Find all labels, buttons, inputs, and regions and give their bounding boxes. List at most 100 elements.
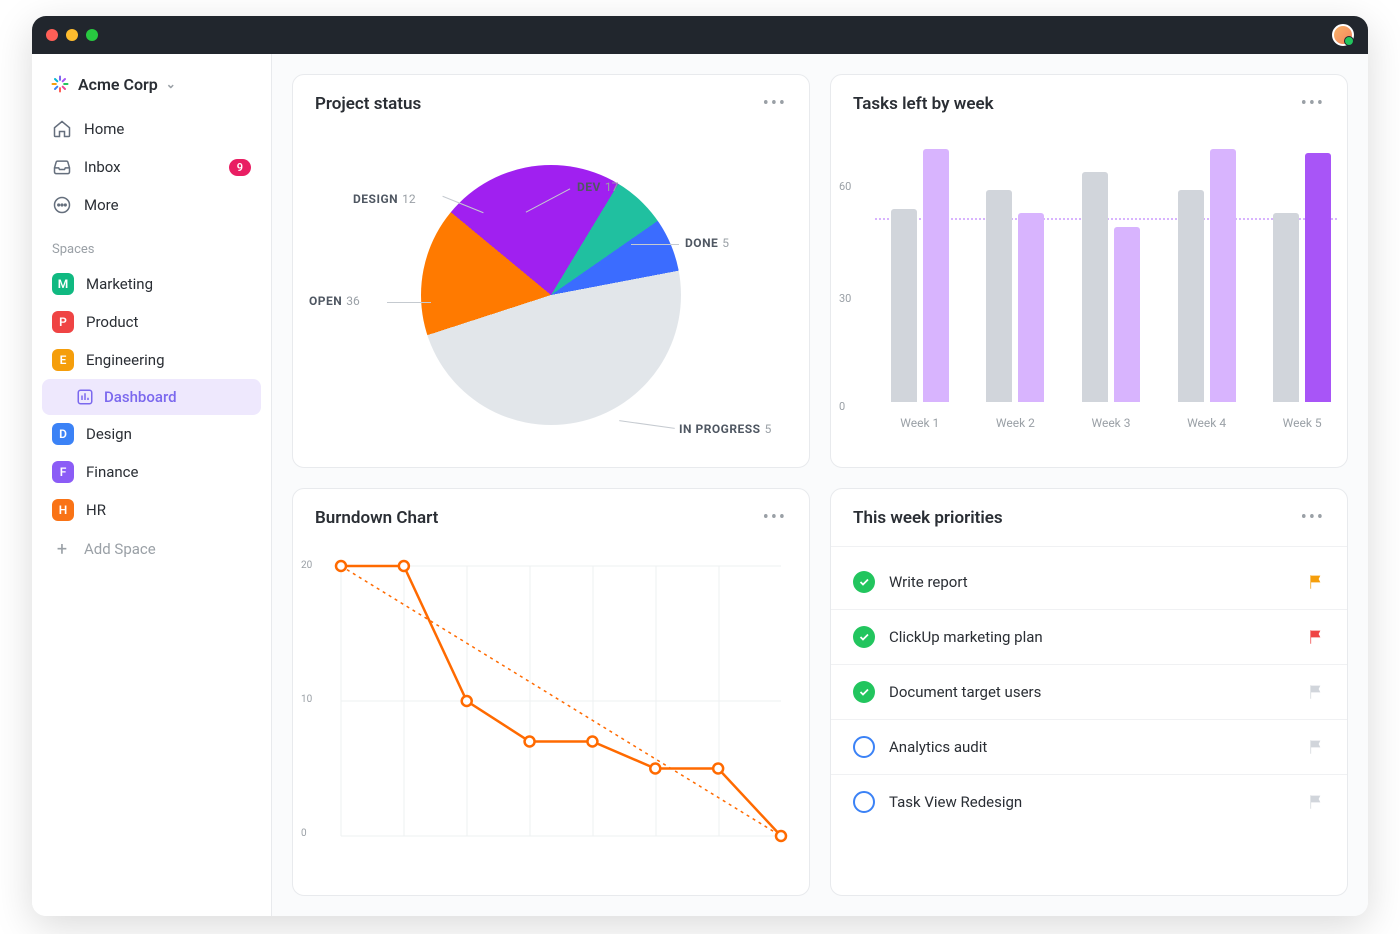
workspace-name: Acme Corp [78, 75, 158, 94]
bar [1305, 153, 1331, 402]
space-item-product[interactable]: P Product [42, 303, 261, 341]
burndown-chart: 20 10 0 [293, 546, 809, 895]
window-controls [46, 29, 98, 41]
card-more-button[interactable]: ••• [1301, 93, 1325, 114]
bar [1114, 227, 1140, 402]
y-tick-20: 20 [301, 560, 312, 571]
nav-home-label: Home [84, 120, 124, 138]
check-done-icon[interactable] [853, 571, 875, 593]
inbox-badge: 9 [229, 159, 251, 176]
flag-icon[interactable] [1307, 683, 1325, 701]
pie-label-dev: DEV17 [577, 180, 618, 194]
nav-more[interactable]: More [42, 186, 261, 224]
y-tick-60: 60 [839, 180, 851, 193]
space-label: Design [86, 425, 132, 443]
flag-icon[interactable] [1307, 793, 1325, 811]
task-title: Write report [889, 573, 1293, 591]
data-point [587, 737, 597, 747]
nav-home[interactable]: Home [42, 110, 261, 148]
bar [1273, 213, 1299, 402]
sidebar-dashboard[interactable]: Dashboard [42, 379, 261, 415]
space-icon: P [52, 311, 74, 333]
user-avatar[interactable] [1332, 24, 1354, 46]
space-item-hr[interactable]: H HR [42, 491, 261, 529]
pie-label-inprogress: IN PROGRESS5 [679, 422, 771, 436]
card-header: Tasks left by week ••• [831, 75, 1347, 132]
space-item-marketing[interactable]: M Marketing [42, 265, 261, 303]
flag-icon[interactable] [1307, 628, 1325, 646]
flag-icon[interactable] [1307, 738, 1325, 756]
nav-inbox-label: Inbox [84, 158, 121, 176]
bar-group: Week 5 [1273, 142, 1331, 402]
pie-chart: DEV17 DONE5 IN PROGRESS5 OPEN36 DESIGN12 [293, 132, 809, 467]
task-row[interactable]: Document target users [831, 665, 1347, 720]
close-window-icon[interactable] [46, 29, 58, 41]
check-done-icon[interactable] [853, 626, 875, 648]
bar-group: Week 3 [1082, 142, 1140, 402]
bar [891, 209, 917, 402]
card-header: This week priorities ••• [831, 489, 1347, 547]
bar-group: Week 2 [986, 142, 1044, 402]
spaces-label: Spaces [42, 224, 261, 265]
task-title: Document target users [889, 683, 1293, 701]
card-more-button[interactable]: ••• [763, 93, 787, 114]
space-icon: D [52, 423, 74, 445]
card-header: Project status ••• [293, 75, 809, 132]
fullscreen-window-icon[interactable] [86, 29, 98, 41]
chevron-down-icon: ⌄ [166, 77, 176, 91]
space-item-design[interactable]: D Design [42, 415, 261, 453]
space-item-finance[interactable]: FFinance [42, 453, 261, 491]
space-item-engineering[interactable]: EEngineering [42, 341, 261, 379]
workspace-logo-icon [50, 74, 70, 94]
app-window: Acme Corp ⌄ Home Inbox 9 More [32, 16, 1368, 916]
check-open-icon[interactable] [853, 736, 875, 758]
data-point [525, 737, 535, 747]
data-point [650, 764, 660, 774]
app-body: Acme Corp ⌄ Home Inbox 9 More [32, 54, 1368, 916]
check-open-icon[interactable] [853, 791, 875, 813]
bar [1210, 149, 1236, 402]
task-row[interactable]: Analytics audit [831, 720, 1347, 775]
space-icon: H [52, 499, 74, 521]
card-more-button[interactable]: ••• [1301, 507, 1325, 528]
project-status-card: Project status ••• DEV17 DONE5 IN PROGRE… [292, 74, 810, 468]
y-tick-0: 0 [301, 828, 307, 839]
x-label: Week 2 [996, 416, 1035, 430]
pie-label-open: OPEN36 [309, 294, 360, 308]
bar [986, 190, 1012, 402]
bars-area: Week 1Week 2Week 3Week 4Week 5 [875, 142, 1347, 402]
space-label: Product [86, 313, 138, 331]
data-point [399, 561, 409, 571]
data-point [462, 696, 472, 706]
minimize-window-icon[interactable] [66, 29, 78, 41]
pie-label-design: DESIGN12 [353, 192, 416, 206]
bar-group: Week 1 [891, 142, 949, 402]
task-title: ClickUp marketing plan [889, 628, 1293, 646]
flag-icon[interactable] [1307, 573, 1325, 591]
add-space-label: Add Space [84, 540, 156, 558]
task-row[interactable]: ClickUp marketing plan [831, 610, 1347, 665]
card-title: Project status [315, 94, 421, 114]
data-point [776, 831, 786, 841]
task-row[interactable]: Task View Redesign [831, 775, 1347, 829]
space-icon: M [52, 273, 74, 295]
add-space-button[interactable]: + Add Space [42, 529, 261, 569]
card-more-button[interactable]: ••• [763, 507, 787, 528]
y-tick-10: 10 [301, 694, 312, 705]
spaces-list: MMarketingPProductEEngineeringDashboardD… [42, 265, 261, 529]
sidebar: Acme Corp ⌄ Home Inbox 9 More [32, 54, 272, 916]
bar [1018, 213, 1044, 402]
space-label: HR [86, 501, 106, 519]
task-title: Analytics audit [889, 738, 1293, 756]
card-header: Burndown Chart ••• [293, 489, 809, 546]
space-icon: F [52, 461, 74, 483]
workspace-switcher[interactable]: Acme Corp ⌄ [42, 70, 261, 110]
check-done-icon[interactable] [853, 681, 875, 703]
x-label: Week 1 [900, 416, 939, 430]
card-title: This week priorities [853, 508, 1003, 528]
data-point [713, 764, 723, 774]
task-row[interactable]: Write report [831, 555, 1347, 610]
nav-inbox[interactable]: Inbox 9 [42, 148, 261, 186]
space-label: Marketing [86, 275, 153, 293]
home-icon [52, 119, 72, 139]
